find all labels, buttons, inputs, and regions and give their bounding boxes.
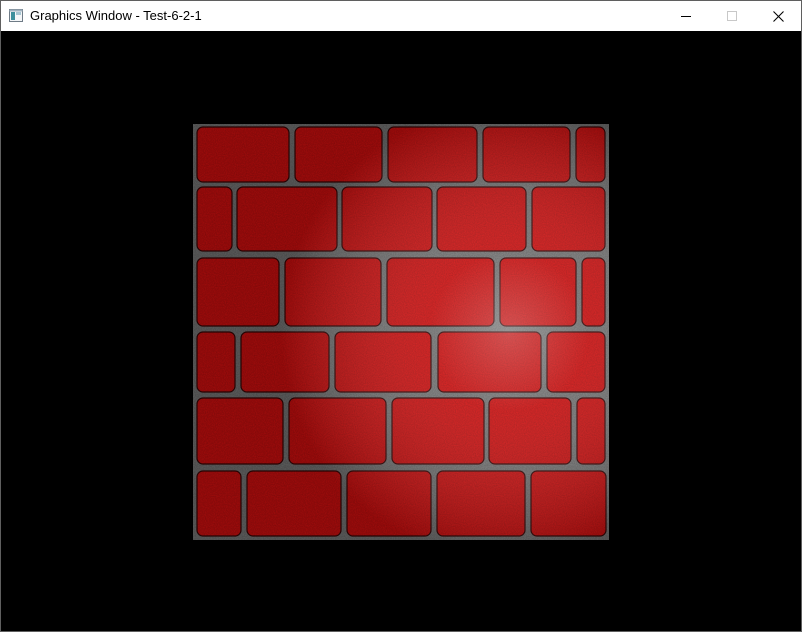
- app-window-icon: [9, 9, 23, 22]
- window-title: Graphics Window - Test-6-2-1: [30, 8, 202, 23]
- render-viewport[interactable]: [1, 31, 801, 631]
- close-button[interactable]: [755, 1, 801, 31]
- close-icon: [772, 10, 784, 22]
- minimize-icon: [681, 16, 691, 17]
- brick-wall-render: [193, 124, 609, 540]
- title-bar[interactable]: Graphics Window - Test-6-2-1: [1, 1, 801, 31]
- brick-wall: [193, 124, 609, 540]
- graphics-window: Graphics Window - Test-6-2-1: [0, 0, 802, 632]
- maximize-icon: [727, 11, 737, 21]
- minimize-button[interactable]: [663, 1, 709, 31]
- maximize-button[interactable]: [709, 1, 755, 31]
